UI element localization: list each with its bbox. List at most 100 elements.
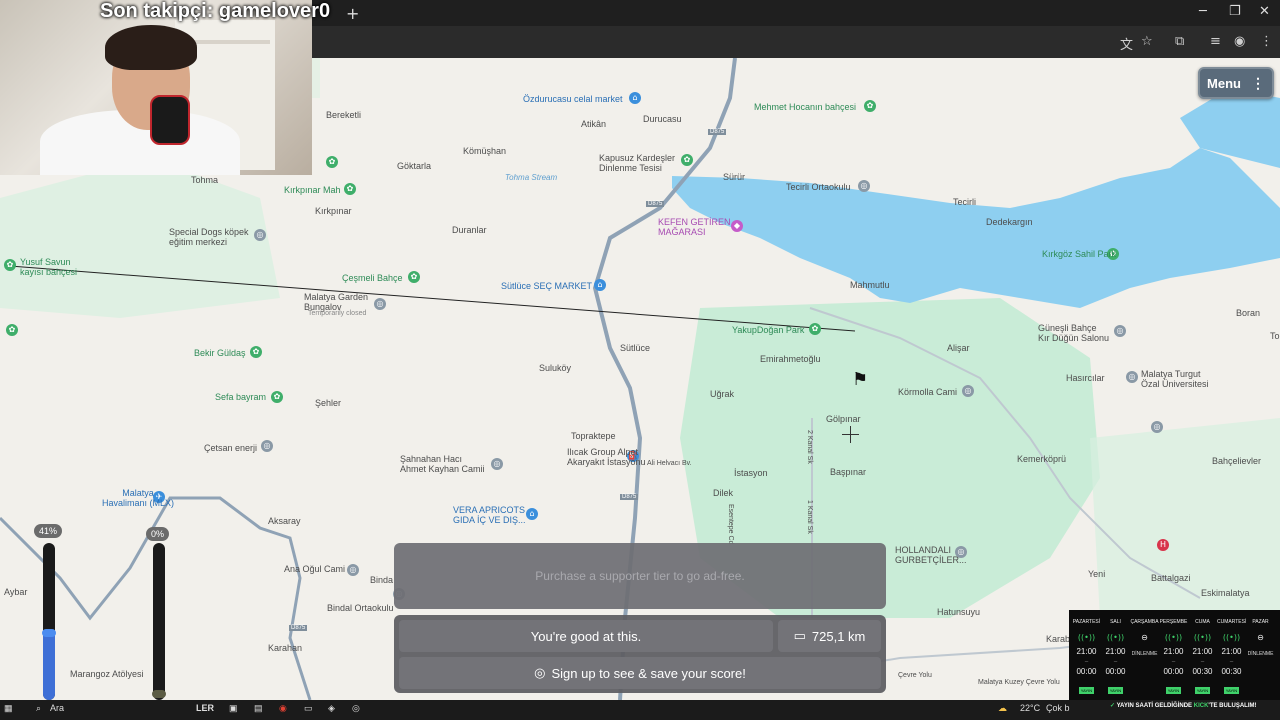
map-label: 2 Kanal Sk: [806, 430, 813, 464]
shop-icon[interactable]: ⌂: [629, 92, 641, 104]
webcam-overlay: [0, 0, 312, 175]
map-label: Boran: [1236, 308, 1261, 318]
place-icon[interactable]: ◎: [261, 440, 273, 452]
mosque-icon[interactable]: ◎: [491, 458, 503, 470]
school-icon[interactable]: ◎: [1126, 371, 1138, 383]
map-label: Güneşli Bahçe Kır Düğün Salonu: [1038, 323, 1110, 343]
extensions-icon[interactable]: ⧉: [1175, 34, 1184, 49]
map-label: Şahnahan Hacı Ahmet Kayhan Camii: [400, 454, 485, 474]
audio-meter-1: [42, 543, 56, 700]
schedule-separator: –: [1113, 659, 1118, 665]
attraction-icon[interactable]: ◆: [731, 220, 743, 232]
ad-banner[interactable]: Purchase a supporter tier to go ad-free.: [394, 543, 886, 609]
ad-text: Purchase a supporter tier to go ad-free.: [535, 569, 745, 583]
park-icon[interactable]: ✿: [809, 323, 821, 335]
map-label: Çevre Yolu: [898, 672, 932, 679]
schedule-tag: YAYIN: [1165, 687, 1182, 694]
map-label: Bindal Ortaokulu: [327, 603, 394, 613]
more-icon[interactable]: ⋮: [1260, 34, 1273, 49]
park-icon[interactable]: ✿: [681, 154, 693, 166]
banner-text: 'TE BULUŞALIM!: [1208, 703, 1257, 709]
schedule-day: PAZAR ⊖ DİNLENME: [1246, 610, 1275, 700]
schedule-day: CUMARTESİ ((•)) 21:00 – 00:30 YAYIN: [1217, 610, 1246, 700]
map-label: Sürür: [723, 172, 746, 182]
map-label: Topraktepe: [571, 431, 616, 441]
park-icon[interactable]: ✿: [408, 271, 420, 283]
profile-icon[interactable]: ◉: [1234, 34, 1245, 49]
minimize-icon[interactable]: ─: [1199, 4, 1207, 19]
app-icon[interactable]: ▭: [304, 703, 313, 714]
place-icon[interactable]: ◎: [1114, 325, 1126, 337]
park-icon[interactable]: ✿: [864, 100, 876, 112]
chrome-icon[interactable]: ◉: [279, 703, 287, 714]
park-icon[interactable]: ✿: [326, 156, 338, 168]
weather-temp: 22°C: [1020, 703, 1041, 713]
place-icon[interactable]: ◎: [1151, 421, 1163, 433]
park-icon[interactable]: ✿: [271, 391, 283, 403]
schedule-day-name: CUMA: [1195, 619, 1210, 625]
translate-icon[interactable]: 文: [1120, 34, 1133, 53]
park-icon[interactable]: ✿: [6, 324, 18, 336]
app-icon[interactable]: ▤: [254, 703, 263, 714]
distance-display: ▭ 725,1 km: [778, 620, 881, 652]
hospital-icon[interactable]: H: [1157, 539, 1169, 551]
taskbar-search[interactable]: Ara: [50, 703, 64, 713]
signup-button[interactable]: ◎ Sign up to see & save your score!: [399, 657, 881, 689]
place-icon[interactable]: ◎: [254, 229, 266, 241]
map-label: Karab: [1046, 634, 1071, 644]
map-label: VERA APRICOTS GIDA İÇ VE DIŞ...: [453, 505, 526, 525]
map-label: Sütlüce SEÇ MARKET: [501, 281, 593, 291]
menu-button[interactable]: Menu ⋮: [1198, 67, 1274, 99]
park-icon[interactable]: ✿: [250, 346, 262, 358]
schedule-day-name: PAZAR: [1252, 619, 1269, 625]
close-icon[interactable]: ✕: [1259, 4, 1270, 19]
map-label: Tohma Stream: [505, 173, 558, 182]
crosshair-icon: [842, 426, 859, 443]
park-icon[interactable]: ✿: [344, 183, 356, 195]
mosque-icon[interactable]: ◎: [347, 564, 359, 576]
app-icon[interactable]: ◎: [352, 703, 360, 714]
schedule-day: ÇARŞAMBA ⊖ DİNLENME: [1130, 610, 1159, 700]
media-icon[interactable]: ≡: [1210, 34, 1221, 49]
schedule-start: 21:00: [1192, 647, 1213, 656]
map-label: Çetsan enerji: [204, 443, 258, 453]
schedule-end: 00:30: [1221, 667, 1242, 676]
folder-icon[interactable]: ▣: [229, 703, 238, 714]
mosque-icon[interactable]: ◎: [962, 385, 974, 397]
restore-icon[interactable]: ❐: [1229, 4, 1241, 19]
schedule-day-name: ÇARŞAMBA: [1130, 619, 1159, 625]
start-icon[interactable]: ▦: [4, 703, 13, 714]
schedule-day-name: CUMARTESİ: [1217, 619, 1247, 625]
map-label: Mehmet Hocanın bahçesi: [754, 102, 857, 112]
map-label: Aksaray: [268, 516, 301, 526]
audio-meter-percent: 0%: [146, 527, 170, 541]
park-icon[interactable]: ✿: [4, 259, 16, 271]
audio-meter-percent: 41%: [34, 524, 63, 538]
map-label: Hasırcılar: [1066, 373, 1105, 383]
result-text: You're good at this.: [530, 628, 642, 644]
map-label: Mahmutlu: [850, 280, 890, 290]
map-label: Yusuf Savun kayısı bahçesi: [20, 257, 78, 277]
star-icon[interactable]: ☆: [1141, 34, 1153, 49]
search-icon[interactable]: ⌕: [36, 703, 41, 714]
live-icon: ((•)): [1106, 633, 1125, 642]
map-label: Ana Oğul Cami: [284, 564, 346, 574]
map-label: Kırkgöz Sahil Park: [1042, 249, 1117, 259]
new-tab-button[interactable]: +: [346, 4, 359, 23]
shop-icon[interactable]: ⌂: [526, 508, 538, 520]
place-icon[interactable]: ◎: [374, 298, 386, 310]
schedule-day: PERŞEMBE ((•)) 21:00 – 00:00 YAYIN: [1159, 610, 1188, 700]
map-label: Malatya Havalimanı (MLX): [102, 488, 175, 508]
school-icon[interactable]: ◎: [858, 180, 870, 192]
live-icon: ((•)): [1193, 633, 1212, 642]
shop-icon[interactable]: ⌂: [594, 279, 606, 291]
last-follower-text: Son takipçi: gamelover0: [100, 0, 331, 22]
schedule-start: 21:00: [1163, 647, 1184, 656]
map-label: Sefa bayram: [215, 392, 267, 402]
map-label: Alişar: [947, 343, 970, 353]
map-label: Duranlar: [452, 225, 487, 235]
live-icon: ((•)): [1164, 633, 1183, 642]
map-label: Temporarily closed: [308, 310, 367, 317]
microphone: [150, 95, 190, 145]
steam-icon[interactable]: ◈: [328, 703, 335, 714]
